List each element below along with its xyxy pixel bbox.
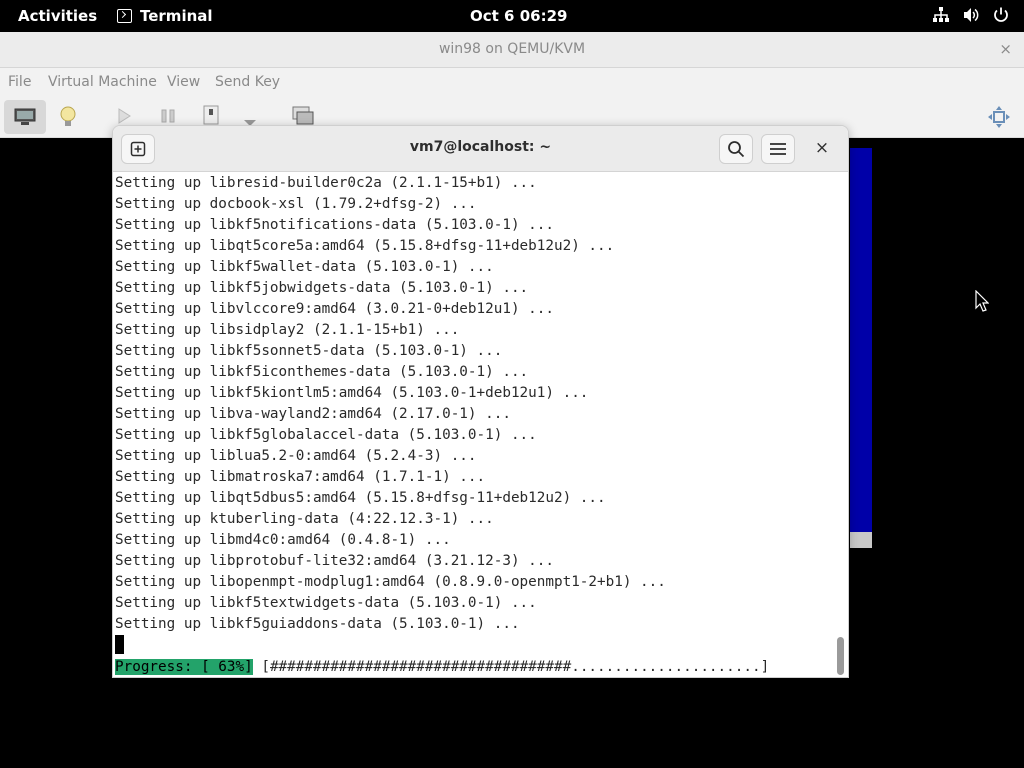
terminal-line: Setting up libvlccore9:amd64 (3.0.21-0+d…	[115, 301, 554, 317]
terminal-line: Setting up libsidplay2 (2.1.1-15+b1) ...	[115, 322, 460, 338]
terminal-line: Setting up libqt5core5a:amd64 (5.15.8+df…	[115, 238, 615, 254]
hamburger-menu-icon	[770, 143, 786, 155]
terminal-line: Setting up libkf5kiontlm5:amd64 (5.103.0…	[115, 385, 589, 401]
power-icon[interactable]	[992, 6, 1010, 24]
terminal-line: Setting up libkf5wallet-data (5.103.0-1)…	[115, 259, 494, 275]
terminal-line: Setting up docbook-xsl (1.79.2+dfsg-2) .…	[115, 196, 477, 212]
search-icon	[728, 141, 745, 158]
progress-label: Progress: [ 63%]	[115, 659, 253, 675]
terminal-line: Setting up libkf5iconthemes-data (5.103.…	[115, 364, 529, 380]
guest-gray-bar	[850, 532, 872, 548]
terminal-window: vm7@localhost: ~ × Setting up libresid-b…	[112, 125, 849, 678]
vm-close-button[interactable]: ×	[999, 40, 1012, 58]
terminal-line: Setting up libkf5globalaccel-data (5.103…	[115, 427, 537, 443]
top-bar: Activities Terminal Oct 6 06:29	[0, 0, 1024, 32]
terminal-line: Setting up libqt5dbus5:amd64 (5.15.8+dfs…	[115, 490, 606, 506]
mouse-pointer-icon	[975, 290, 989, 312]
menu-send-key[interactable]: Send Key	[215, 74, 280, 90]
terminal-line: Setting up libopenmpt-modplug1:amd64 (0.…	[115, 574, 666, 590]
console-button[interactable]	[4, 100, 46, 134]
terminal-line: Setting up libresid-builder0c2a (2.1.1-1…	[115, 175, 537, 191]
menu-view[interactable]: View	[167, 74, 200, 90]
scrollbar-thumb[interactable]	[837, 637, 844, 675]
menu-button[interactable]	[761, 134, 795, 164]
shutdown-icon	[203, 105, 219, 125]
terminal-line: Setting up ktuberling-data (4:22.12.3-1)…	[115, 511, 494, 527]
menu-file[interactable]: File	[8, 74, 31, 90]
vm-menubar: File Virtual Machine View Send Key	[0, 68, 1024, 96]
activities-button[interactable]: Activities	[18, 7, 97, 25]
volume-icon[interactable]	[962, 6, 980, 24]
vm-window-title: win98 on QEMU/KVM	[438, 41, 586, 57]
search-button[interactable]	[719, 134, 753, 164]
terminal-line: Setting up libmatroska7:amd64 (1.7.1-1) …	[115, 469, 486, 485]
terminal-icon	[117, 9, 132, 23]
progress-hashes: [###################################....…	[252, 659, 770, 675]
terminal-line: Setting up libkf5textwidgets-data (5.103…	[115, 595, 537, 611]
vm-titlebar[interactable]: win98 on QEMU/KVM ×	[0, 32, 1024, 68]
fullscreen-icon	[988, 106, 1010, 128]
console-icon	[14, 108, 36, 125]
terminal-headerbar[interactable]: vm7@localhost: ~ ×	[113, 126, 848, 172]
terminal-line: Setting up libprotobuf-lite32:amd64 (3.2…	[115, 553, 554, 569]
run-icon	[118, 108, 131, 124]
system-tray[interactable]	[932, 6, 1010, 24]
terminal-cursor	[115, 635, 124, 654]
app-menu-terminal[interactable]: Terminal	[117, 7, 213, 25]
terminal-line: Setting up libkf5sonnet5-data (5.103.0-1…	[115, 343, 503, 359]
menu-virtual-machine[interactable]: Virtual Machine	[48, 74, 157, 90]
app-menu-label: Terminal	[140, 7, 213, 25]
terminal-line: Setting up liblua5.2-0:amd64 (5.2.4-3) .…	[115, 448, 477, 464]
terminal-close-button[interactable]: ×	[809, 138, 835, 160]
terminal-line: Setting up libva-wayland2:amd64 (2.17.0-…	[115, 406, 511, 422]
terminal-line: Setting up libkf5jobwidgets-data (5.103.…	[115, 280, 529, 296]
clock[interactable]: Oct 6 06:29	[470, 7, 567, 25]
terminal-line: Setting up libkf5guiaddons-data (5.103.0…	[115, 616, 520, 632]
pause-icon	[161, 109, 175, 123]
network-icon[interactable]	[932, 6, 950, 24]
terminal-output[interactable]: Setting up libresid-builder0c2a (2.1.1-1…	[113, 173, 835, 677]
details-button[interactable]	[58, 104, 78, 130]
terminal-line: Setting up libmd4c0:amd64 (0.4.8-1) ...	[115, 532, 451, 548]
details-lightbulb-icon	[60, 106, 76, 126]
terminal-scrollbar[interactable]	[833, 173, 848, 677]
terminal-line: Setting up libkf5notifications-data (5.1…	[115, 217, 554, 233]
apt-progress-bar: Progress: [ 63%] [######################…	[115, 657, 770, 677]
snapshot-icon	[292, 106, 314, 125]
fullscreen-button[interactable]	[986, 104, 1012, 134]
guest-blue-area	[850, 148, 872, 532]
